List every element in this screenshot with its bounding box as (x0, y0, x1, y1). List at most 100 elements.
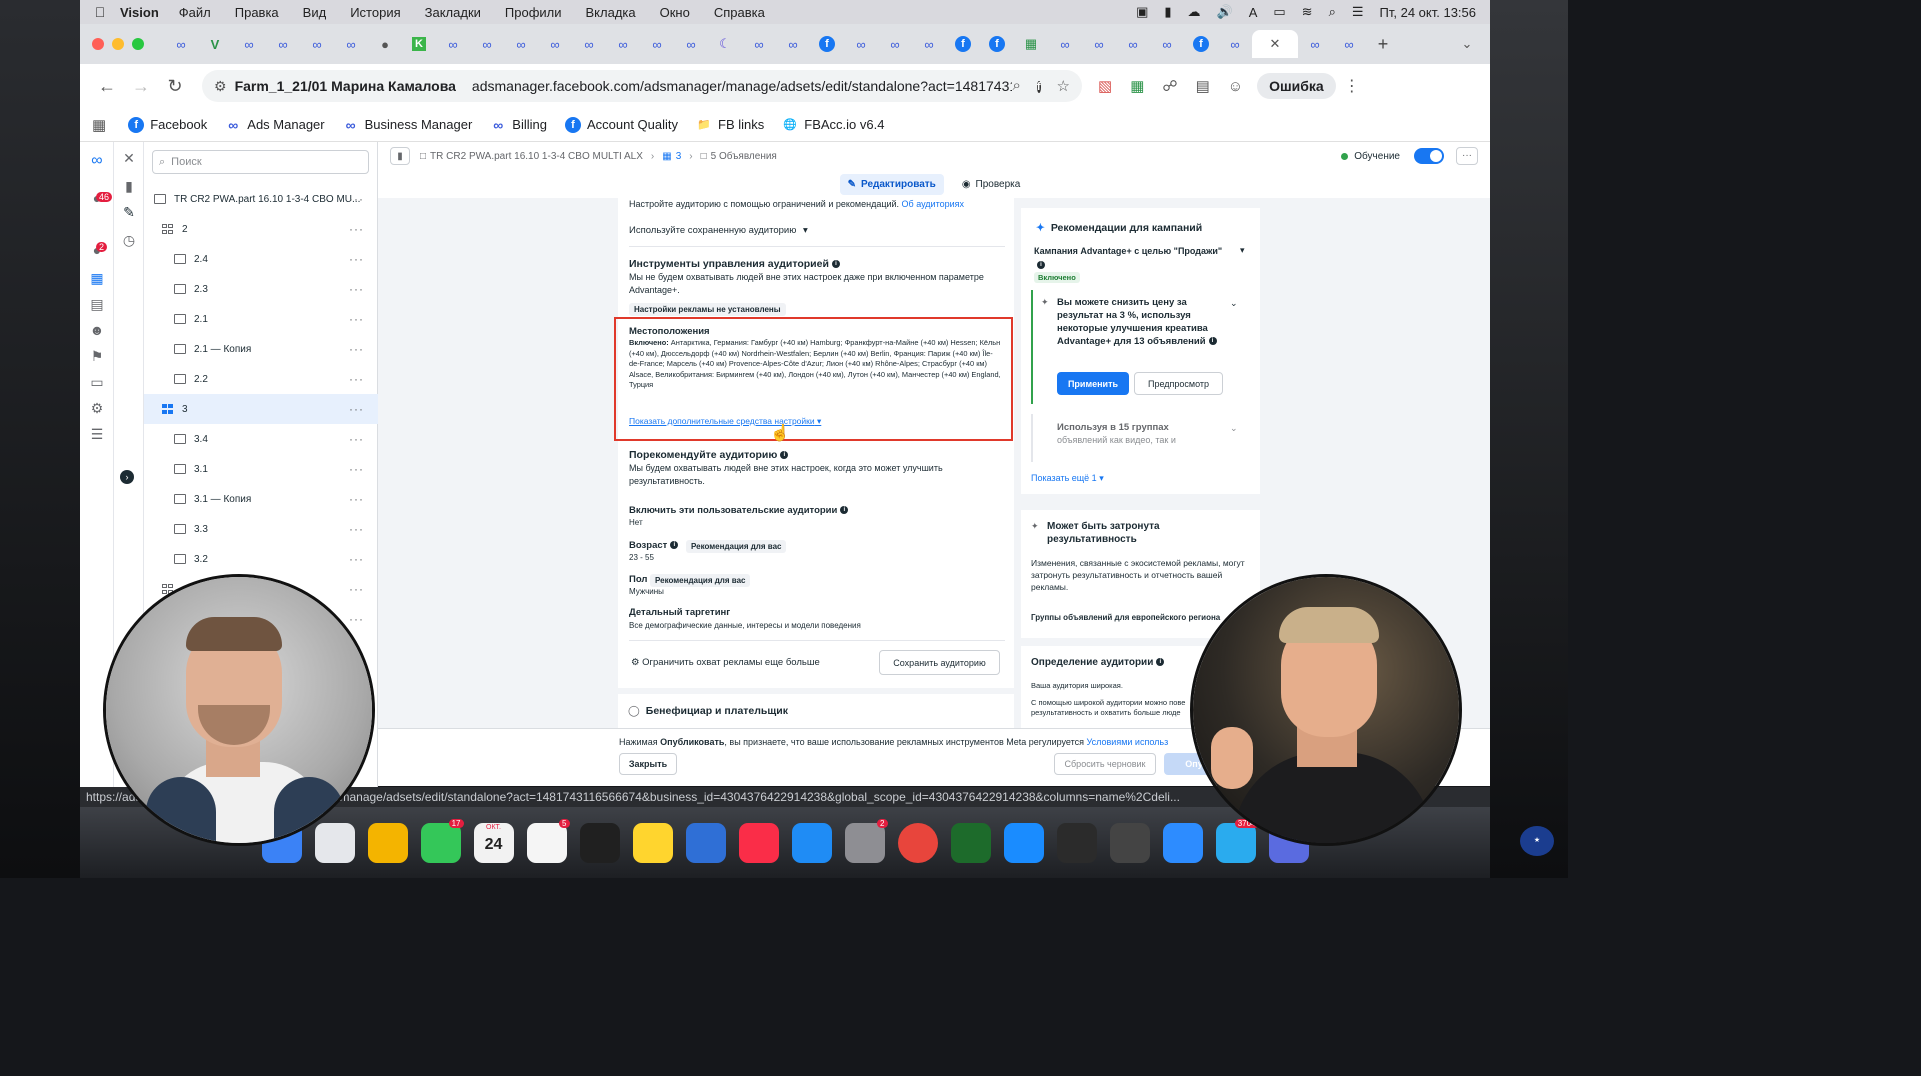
camera-icon[interactable]: ▤ (1196, 77, 1210, 95)
campaigns-table-icon[interactable]: ▦ (87, 270, 107, 290)
extensions-puzzle-icon[interactable]: ☍ (1162, 77, 1177, 95)
tree-row-ad[interactable]: 2.1 — Копия ··· (144, 334, 378, 364)
more-options-icon[interactable]: ··· (349, 372, 364, 386)
saved-audience-dropdown[interactable]: Используйте сохраненную аудиторию ▾ (629, 224, 808, 237)
vision-browser-icon[interactable] (685, 822, 726, 863)
battery-icon[interactable]: ▭ (1273, 4, 1285, 20)
browser-tab-meta-icon[interactable]: ∞ (674, 30, 708, 58)
apps-grid-icon[interactable]: ▦ (92, 116, 106, 134)
maximize-window-button[interactable] (132, 38, 144, 50)
tree-row-ad[interactable]: 2.4 ··· (144, 244, 378, 274)
beneficiary-section[interactable]: ◯ Бенефициар и плательщик (618, 694, 1014, 728)
error-button[interactable]: Ошибка (1257, 73, 1336, 99)
tip-chevron-icon[interactable]: ⌄ (1230, 297, 1238, 310)
preview-button[interactable]: Предпросмотр (1134, 372, 1223, 395)
reset-draft-button[interactable]: Сбросить черновик (1054, 753, 1156, 775)
menu-view[interactable]: Вид (303, 5, 327, 20)
reload-button[interactable]: ↻ (158, 76, 192, 97)
browser-tab-meta-icon[interactable]: ∞ (1332, 30, 1366, 58)
limit-reach-option[interactable]: ⚙ Ограничить охват рекламы еще больше (631, 656, 820, 669)
bookmark-facebook[interactable]: f Facebook (128, 116, 207, 133)
browser-tab-meta-icon[interactable]: ∞ (878, 30, 912, 58)
close-button[interactable]: Закрыть (619, 753, 677, 775)
profile-chip[interactable]: Farm_1_21/01 Марина Камалова (235, 78, 456, 94)
info-icon[interactable]: i (780, 451, 789, 460)
site-settings-icon[interactable]: ⚙ (214, 78, 227, 95)
more-options-icon[interactable]: ··· (349, 492, 364, 506)
audiences-icon[interactable]: ☻ (87, 322, 107, 342)
about-audiences-link[interactable]: Об аудиториях (902, 199, 964, 209)
browser-tab-meta-icon[interactable]: ∞ (1150, 30, 1184, 58)
tree-row-campaign[interactable]: TR CR2 PWA.part 16.10 1-3-4 CBO MU... ··… (144, 184, 378, 214)
info-icon[interactable]: i (670, 541, 679, 550)
bookmark-fb-links[interactable]: 📁 FB links (696, 117, 764, 133)
tree-row-adset[interactable]: 2 ··· (144, 214, 378, 244)
menu-help[interactable]: Справка (714, 5, 765, 20)
browser-tab-meta-icon[interactable]: ∞ (912, 30, 946, 58)
tree-row-ad[interactable]: 2.1 ··· (144, 304, 378, 334)
tree-row-ad[interactable]: 3.4 ··· (144, 424, 378, 454)
bookmark-fbacc[interactable]: 🌐 FBAcc.io v6.4 (782, 117, 884, 133)
browser-tab-meta-icon[interactable]: ∞ (844, 30, 878, 58)
more-options-icon[interactable]: ··· (349, 432, 364, 446)
tree-row-ad[interactable]: 3.3 ··· (144, 514, 378, 544)
menu-bookmarks[interactable]: Закладки (425, 5, 481, 20)
new-tab-button[interactable]: + (1366, 30, 1400, 58)
browser-tab-globe-icon[interactable]: ● (368, 30, 402, 58)
menu-window[interactable]: Окно (660, 5, 690, 20)
terms-of-use-link[interactable]: Условиями использ (1087, 737, 1169, 747)
history-clock-icon[interactable]: ◷ (119, 232, 139, 252)
more-options-icon[interactable]: ··· (349, 402, 364, 416)
apply-button[interactable]: Применить (1057, 372, 1129, 395)
notes-icon[interactable] (632, 822, 673, 863)
more-options-icon[interactable]: ··· (349, 522, 364, 536)
bookmark-account-quality[interactable]: f Account Quality (564, 116, 678, 133)
menu-tab[interactable]: Вкладка (586, 5, 636, 20)
browser-tab-meta-icon[interactable]: ∞ (1082, 30, 1116, 58)
wifi-icon[interactable]: ≋ (1302, 4, 1313, 20)
more-options-icon[interactable]: ··· (349, 282, 364, 296)
browser-tab-facebook-icon[interactable]: f (1184, 30, 1218, 58)
more-options-icon[interactable]: ··· (349, 552, 364, 566)
browser-tab-facebook-icon[interactable]: f (980, 30, 1014, 58)
save-audience-button[interactable]: Сохранить аудиторию (879, 650, 1000, 675)
bookmark-business-manager[interactable]: ∞ Business Manager (343, 117, 473, 133)
adset-on-off-toggle[interactable] (1414, 148, 1444, 164)
zoom-icon[interactable]: ⌕ (1012, 77, 1020, 95)
screenshot-icon[interactable] (1109, 822, 1150, 863)
browser-tab-v-icon[interactable]: V (198, 30, 232, 58)
more-options-icon[interactable]: ··· (349, 192, 364, 206)
stats-icon[interactable]: ▮ (1164, 4, 1171, 20)
more-options-icon[interactable]: ··· (349, 222, 364, 236)
menu-profiles[interactable]: Профили (505, 5, 562, 20)
browser-menu-icon[interactable]: ⋮ (1344, 76, 1360, 96)
more-options-icon[interactable]: ··· (349, 342, 364, 356)
tab-review[interactable]: ◉ Проверка (954, 174, 1029, 195)
breadcrumb-campaign[interactable]: □ TR CR2 PWA.part 16.10 1-3-4 CBO MULTI A… (420, 151, 643, 162)
show-more-recommendations-link[interactable]: Показать ещё 1 ▾ (1031, 472, 1104, 485)
browser-tab-moon-icon[interactable]: ☾ (708, 30, 742, 58)
tree-row-ad[interactable]: 3.2 ··· (144, 544, 378, 574)
browser-tab-meta-icon[interactable]: ∞ (640, 30, 674, 58)
browser-tab-sheets-icon[interactable]: ▦ (1014, 30, 1048, 58)
tree-search-input[interactable]: ⌕ Поиск (152, 150, 369, 174)
control-center-icon[interactable]: ☰ (1352, 4, 1364, 20)
toggle-tree-panel-button[interactable]: ▮ (390, 147, 410, 165)
chrome-icon[interactable] (897, 822, 938, 863)
url-text[interactable]: adsmanager.facebook.com/adsmanager/manag… (472, 78, 1013, 94)
browser-tab-meta-icon[interactable]: ∞ (1298, 30, 1332, 58)
keyboard-icon[interactable]: A (1249, 5, 1258, 20)
back-button[interactable]: ← (90, 76, 124, 97)
tab-edit[interactable]: ✎ Редактировать (839, 173, 944, 195)
bookmark-billing[interactable]: ∞ Billing (490, 117, 547, 133)
more-options-icon[interactable]: ··· (349, 462, 364, 476)
photos-icon[interactable] (367, 822, 408, 863)
browser-tab-meta-icon[interactable]: ∞ (232, 30, 266, 58)
menu-file[interactable]: Файл (179, 5, 211, 20)
info-icon[interactable]: i (1037, 260, 1045, 269)
messages-icon[interactable]: 17 (420, 818, 464, 863)
profile-icon[interactable]: ☺ (1228, 78, 1243, 95)
people-settings-icon[interactable]: ⚙ (87, 400, 107, 420)
close-window-button[interactable] (92, 38, 104, 50)
browser-tab-meta-icon[interactable]: ∞ (1218, 30, 1252, 58)
